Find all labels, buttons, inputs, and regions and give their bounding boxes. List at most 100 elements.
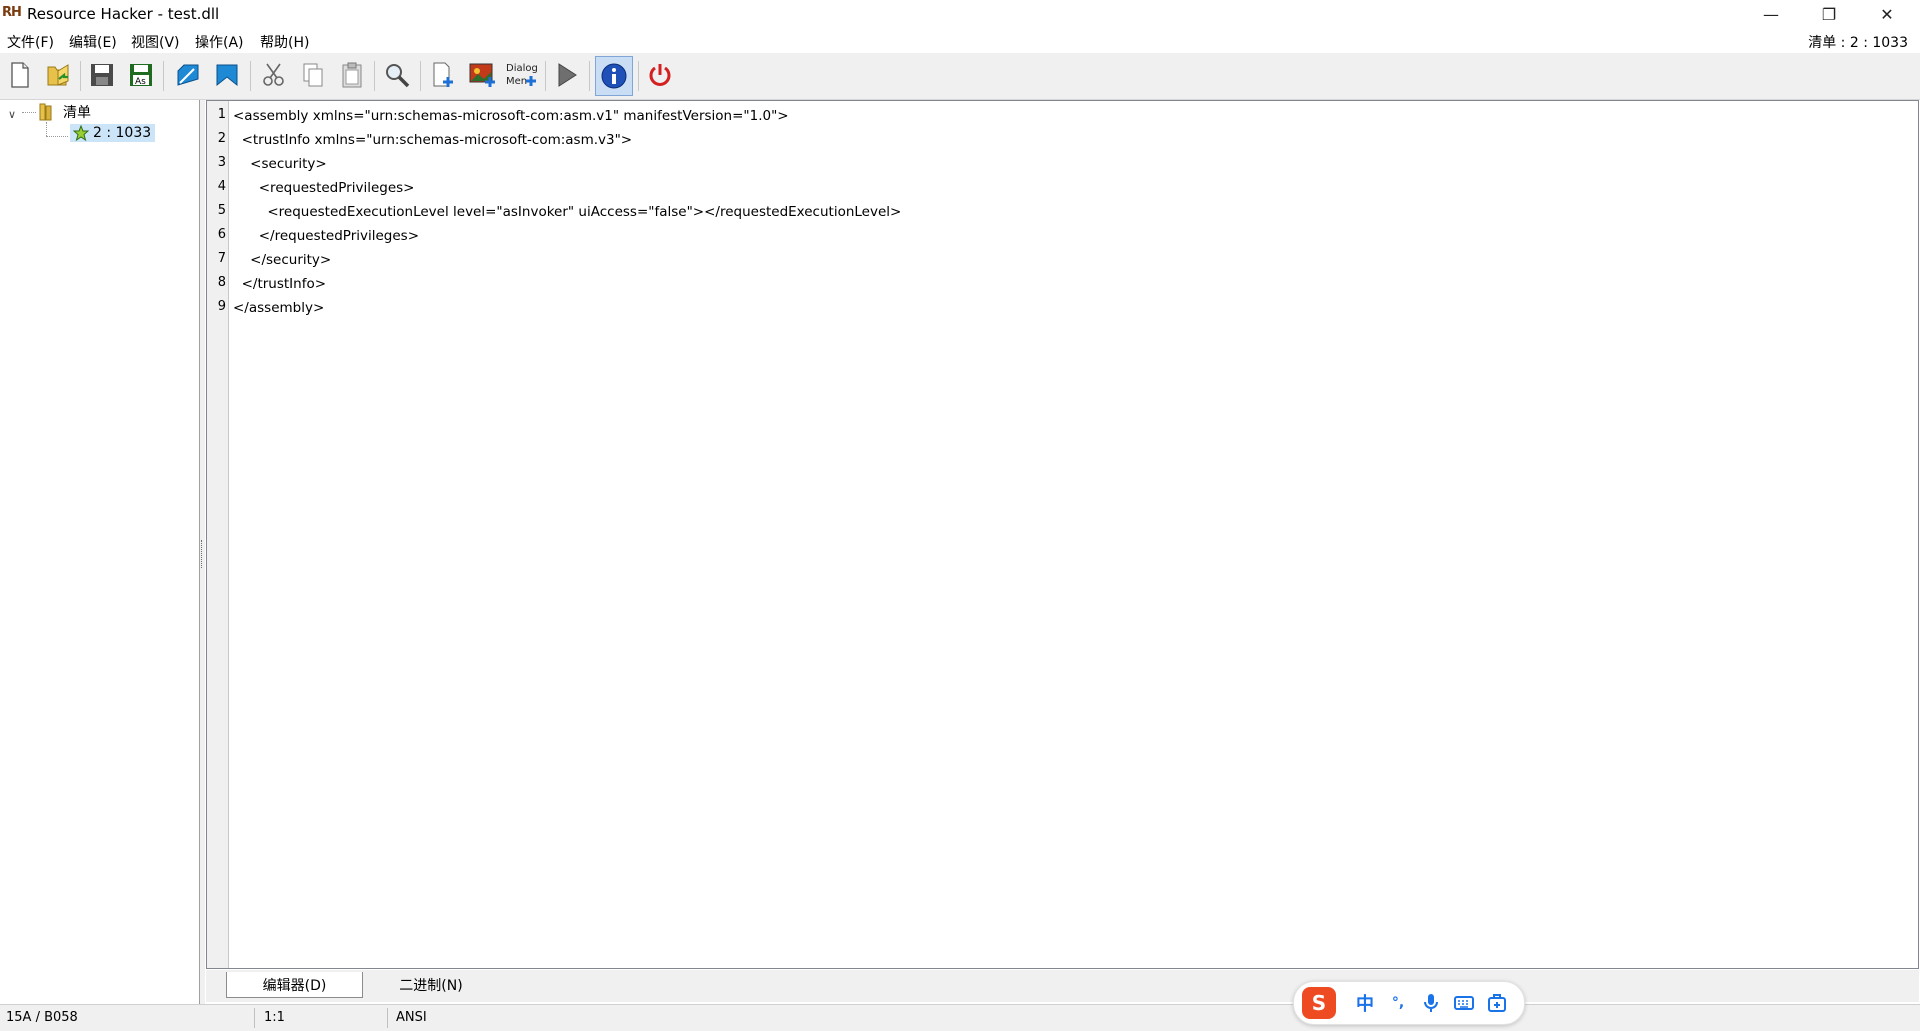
svg-text:As: As: [135, 77, 146, 87]
line-number: 2: [217, 131, 226, 146]
ime-toolbar: S 中 °,: [1293, 981, 1525, 1025]
restore-button[interactable]: ❐: [1800, 0, 1858, 29]
chevron-down-icon[interactable]: ∨: [8, 108, 16, 121]
add-image-button[interactable]: [467, 58, 499, 92]
code-line[interactable]: </trustInfo>: [233, 276, 326, 292]
status-bar: 15A / B058 1:1 ANSI: [0, 1004, 1920, 1031]
app-logo-icon: RH: [2, 5, 22, 20]
line-number: 8: [217, 275, 226, 290]
status-address: 15A / B058: [6, 1010, 78, 1025]
code-line[interactable]: <requestedExecutionLevel level="asInvoke…: [233, 204, 901, 220]
code-editor[interactable]: 1 2 3 4 5 6 7 8 9 <assembly xmlns="urn:s…: [206, 100, 1919, 969]
status-cursor-position: 1:1: [264, 1010, 285, 1025]
svg-text:Men: Men: [506, 76, 527, 87]
splitter-grip[interactable]: [201, 540, 205, 568]
star-icon: [73, 125, 89, 141]
folder-icon: [38, 103, 54, 125]
svg-text:Dialog: Dialog: [506, 63, 538, 74]
dialog-menu-icon: Dialog Men: [506, 63, 538, 87]
play-icon: [558, 63, 577, 87]
add-resource-icon: [433, 62, 453, 87]
menu-view[interactable]: 视图(V): [131, 32, 180, 52]
add-resource-button[interactable]: [428, 58, 460, 92]
ime-chinese-mode[interactable]: 中: [1352, 990, 1378, 1016]
keyboard-icon[interactable]: [1451, 990, 1477, 1016]
new-file-button[interactable]: [4, 58, 36, 92]
close-button[interactable]: ✕: [1858, 0, 1916, 29]
line-number: 5: [217, 203, 226, 218]
open-folder-icon: [47, 64, 69, 86]
menu-bar: 文件(F) 编辑(E) 视图(V) 操作(A) 帮助(H) 清单 : 2 : 1…: [0, 29, 1920, 53]
toolbar-separator: [589, 61, 590, 91]
view-tabs: 编辑器(D) 二进制(N): [206, 970, 1919, 1002]
cut-icon: [263, 63, 284, 86]
back-icon: [216, 64, 238, 87]
toolbar: As Dialog Men: [0, 53, 1920, 100]
tree-node-2-1033[interactable]: 2 : 1033: [70, 124, 156, 142]
exit-button[interactable]: [644, 58, 676, 92]
line-number-gutter: 1 2 3 4 5 6 7 8 9: [207, 101, 229, 968]
toolbar-separator: [420, 61, 421, 91]
menu-help[interactable]: 帮助(H): [260, 32, 309, 52]
menu-edit[interactable]: 编辑(E): [69, 32, 117, 52]
panel-splitter[interactable]: [200, 100, 205, 1004]
toolbar-separator: [163, 61, 164, 91]
mic-icon[interactable]: [1418, 990, 1444, 1016]
paste-button[interactable]: [336, 58, 368, 92]
toolbar-separator: [545, 61, 546, 91]
line-number: 3: [217, 155, 226, 170]
new-file-icon: [11, 62, 29, 88]
paste-icon: [342, 62, 362, 88]
code-line[interactable]: <assembly xmlns="urn:schemas-microsoft-c…: [233, 108, 789, 124]
tree-node-label: 2 : 1033: [93, 125, 152, 141]
status-encoding: ANSI: [396, 1010, 427, 1025]
ime-punctuation-mode[interactable]: °,: [1385, 990, 1411, 1016]
save-as-button[interactable]: As: [125, 58, 157, 92]
search-icon: [386, 64, 410, 88]
status-divider: [254, 1008, 255, 1028]
line-number: 4: [217, 179, 226, 194]
info-icon: [601, 63, 627, 89]
code-line[interactable]: <trustInfo xmlns="urn:schemas-microsoft-…: [233, 132, 633, 148]
find-button[interactable]: [381, 58, 413, 92]
toolbar-separator: [80, 61, 81, 91]
compile-script-icon: [177, 64, 199, 86]
sogou-logo-icon[interactable]: S: [1302, 987, 1336, 1019]
add-image-icon: [469, 63, 495, 87]
minimize-button[interactable]: —: [1742, 0, 1800, 29]
code-line[interactable]: </requestedPrivileges>: [233, 228, 419, 244]
current-resource-status: 清单 : 2 : 1033: [1808, 35, 1908, 51]
menu-file[interactable]: 文件(F): [7, 32, 54, 52]
toolbar-separator: [638, 61, 639, 91]
save-as-icon: As: [130, 64, 152, 87]
resource-tree: ∨ 清单 2 : 1033: [0, 100, 200, 1005]
code-line[interactable]: </security>: [233, 252, 331, 268]
title-bar: RH Resource Hacker - test.dll — ❐ ✕: [0, 0, 1920, 29]
compile-button[interactable]: [172, 58, 204, 92]
power-icon: [649, 64, 671, 86]
save-icon: [91, 64, 113, 86]
cut-button[interactable]: [258, 58, 290, 92]
line-number: 9: [217, 299, 226, 314]
menu-action[interactable]: 操作(A): [195, 32, 244, 52]
code-line[interactable]: </assembly>: [233, 300, 324, 316]
tree-node-manifest[interactable]: 清单: [63, 102, 91, 122]
code-line[interactable]: <security>: [233, 156, 327, 172]
save-button[interactable]: [86, 58, 118, 92]
line-number: 7: [217, 251, 226, 266]
tab-editor[interactable]: 编辑器(D): [226, 972, 363, 998]
tree-connector: [22, 112, 36, 113]
window-title: Resource Hacker - test.dll: [27, 5, 220, 23]
info-button[interactable]: [595, 56, 633, 96]
back-button[interactable]: [211, 58, 243, 92]
status-divider: [387, 1008, 388, 1028]
copy-button[interactable]: [297, 58, 329, 92]
run-script-button[interactable]: [551, 58, 583, 92]
dialog-menu-button[interactable]: Dialog Men: [504, 58, 540, 92]
tab-binary[interactable]: 二进制(N): [371, 972, 491, 998]
toolbox-icon[interactable]: [1484, 990, 1510, 1016]
line-number: 6: [217, 227, 226, 242]
code-line[interactable]: <requestedPrivileges>: [233, 180, 415, 196]
open-button[interactable]: [42, 58, 74, 92]
copy-icon: [303, 63, 323, 87]
